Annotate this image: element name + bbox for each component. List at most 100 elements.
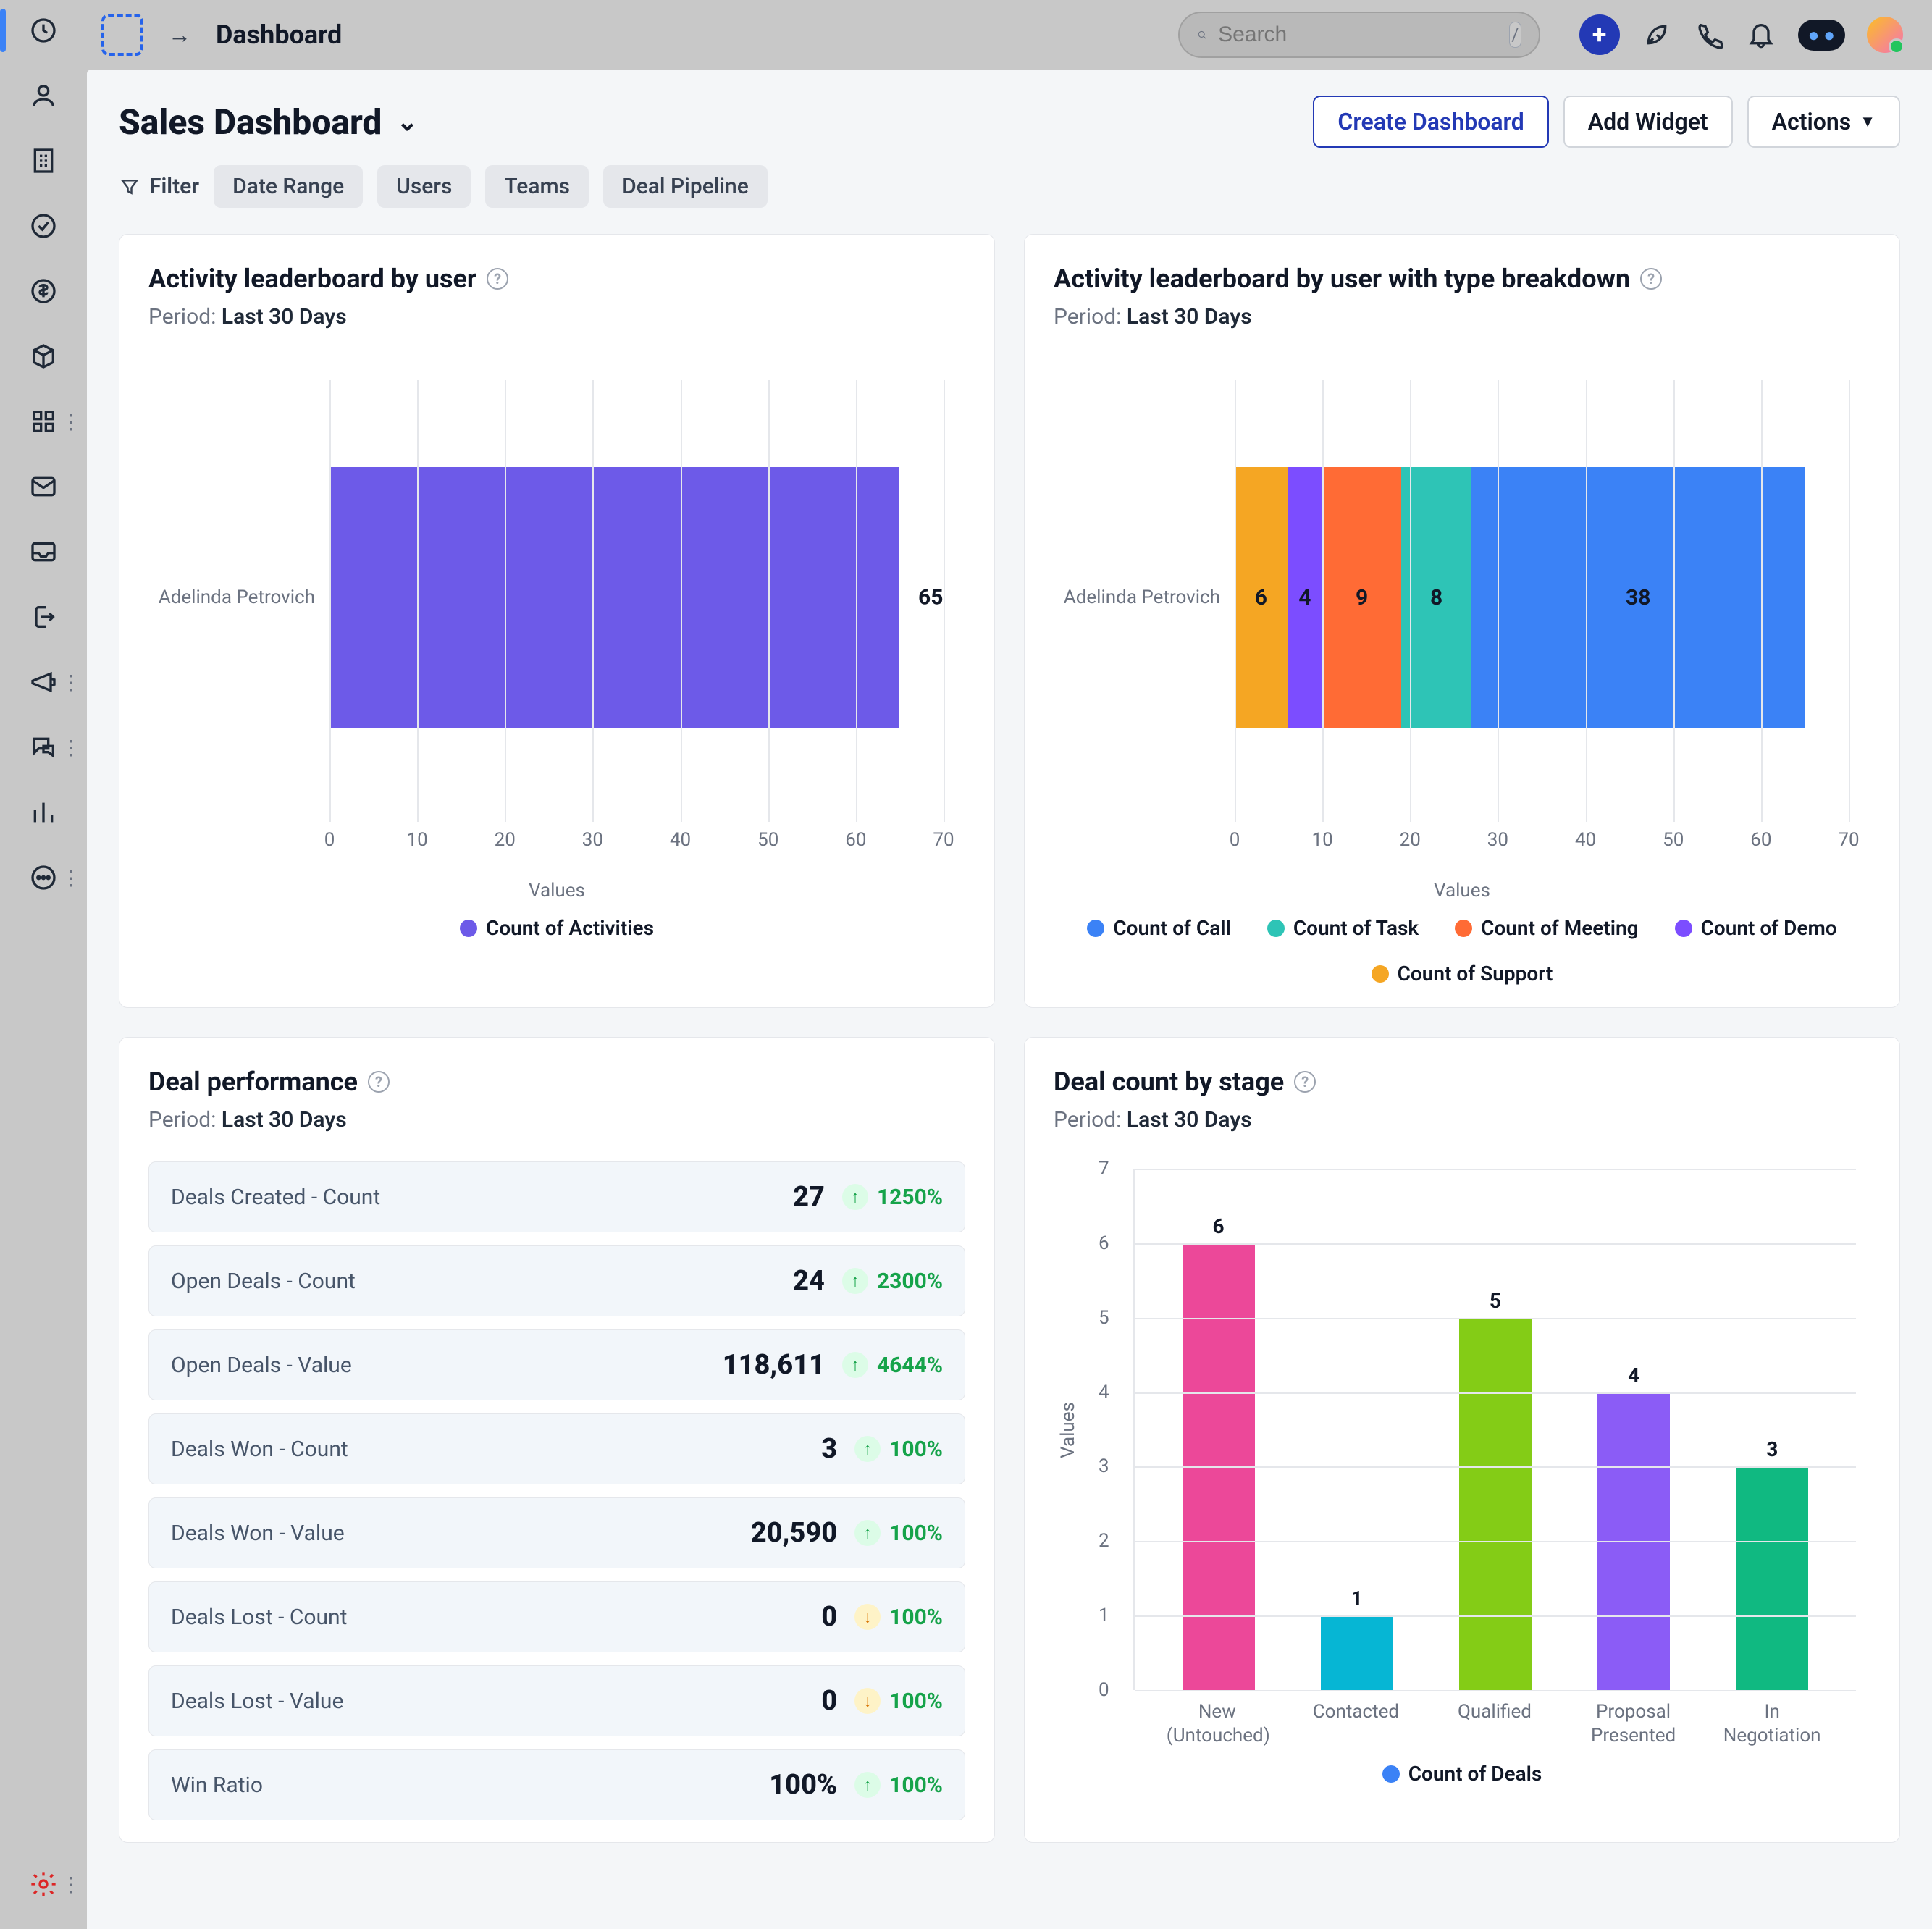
kpi-label: Open Deals - Value [171, 1353, 723, 1378]
nav-chat[interactable]: ⋮ [28, 731, 59, 763]
nav-contacts[interactable] [28, 80, 59, 112]
period-label: Period: [148, 304, 216, 329]
x-tick: 0 [324, 829, 335, 851]
kpi-value: 0 [821, 1685, 837, 1717]
x-tick: 40 [1575, 829, 1596, 851]
kpi-label: Deals Won - Value [171, 1521, 751, 1546]
kpi-row[interactable]: Deals Created - Count27↑1250% [148, 1161, 965, 1232]
widget-title: Activity leaderboard by user [148, 264, 476, 294]
arrow-up-icon: ↑ [854, 1436, 881, 1462]
legend-swatch [1372, 965, 1389, 983]
widget-title: Activity leaderboard by user with type b… [1054, 264, 1630, 294]
x-tick: 50 [757, 829, 778, 851]
legend-swatch [1675, 920, 1692, 937]
nav-inbox[interactable] [28, 536, 59, 568]
more-dots-icon[interactable]: ⋮ [61, 410, 81, 434]
kpi-row[interactable]: Open Deals - Count24↑2300% [148, 1245, 965, 1316]
nav-apps[interactable]: ⋮ [28, 405, 59, 437]
x-tick: 70 [933, 829, 954, 851]
y-tick: 4 [1099, 1382, 1109, 1403]
kpi-row[interactable]: Deals Won - Count3↑100% [148, 1413, 965, 1484]
bot-badge[interactable]: ●● [1798, 20, 1845, 51]
create-dashboard-button[interactable]: Create Dashboard [1313, 96, 1548, 148]
widget-title: Deal count by stage [1054, 1067, 1284, 1097]
x-tick: 30 [1487, 829, 1508, 851]
nav-tasks[interactable] [28, 210, 59, 242]
more-dots-icon[interactable]: ⋮ [61, 671, 81, 694]
kpi-label: Deals Lost - Value [171, 1689, 821, 1714]
x-tick: 50 [1663, 829, 1684, 851]
add-button[interactable]: + [1579, 14, 1620, 55]
nav-settings[interactable]: ⋮ [28, 1868, 59, 1900]
chart-activity-breakdown: Adelinda Petrovich 649838 01020304050607… [1054, 380, 1870, 902]
legend-item: Count of Activities [460, 916, 654, 940]
avatar[interactable] [1867, 17, 1903, 53]
legend-item: Count of Meeting [1455, 916, 1638, 940]
chevron-down-icon: ⌄ [396, 106, 418, 137]
nav-email[interactable] [28, 471, 59, 503]
actions-label: Actions [1772, 108, 1852, 135]
kpi-row[interactable]: Win Ratio100%↑100% [148, 1749, 965, 1820]
bar-segment: 4 [1288, 467, 1322, 728]
rocket-icon[interactable] [1642, 20, 1672, 50]
actions-dropdown[interactable]: Actions ▼ [1747, 96, 1900, 148]
nav-logout[interactable] [28, 601, 59, 633]
kpi-row[interactable]: Open Deals - Value118,611↑4644% [148, 1329, 965, 1400]
bar-segment: 6 [1235, 467, 1288, 728]
kpi-value: 24 [793, 1265, 825, 1297]
more-dots-icon[interactable]: ⋮ [61, 1873, 81, 1896]
kpi-value: 118,611 [723, 1349, 825, 1381]
search-box[interactable]: / [1178, 12, 1540, 58]
legend-swatch [460, 920, 477, 937]
breadcrumb[interactable]: Dashboard [216, 20, 342, 50]
add-widget-button[interactable]: Add Widget [1563, 96, 1733, 148]
nav-more[interactable]: ⋮ [28, 862, 59, 894]
y-tick: 7 [1099, 1158, 1109, 1180]
period-value: Last 30 Days [222, 1107, 347, 1132]
filter-chip[interactable]: Date Range [214, 165, 363, 208]
nav-companies[interactable] [28, 145, 59, 177]
filter-chip[interactable]: Deal Pipeline [603, 165, 768, 208]
kpi-value: 100% [769, 1769, 837, 1801]
nav-reports[interactable] [28, 797, 59, 828]
info-icon[interactable]: ? [1640, 268, 1662, 290]
topbar: → Dashboard / + ●● [87, 0, 1932, 70]
x-category-label: In Negotiation [1721, 1700, 1823, 1747]
y-category-label: Adelinda Petrovich [1054, 587, 1220, 608]
x-tick: 10 [407, 829, 428, 851]
search-input[interactable] [1218, 22, 1498, 47]
kpi-row[interactable]: Deals Won - Value20,590↑100% [148, 1497, 965, 1568]
nav-campaigns[interactable]: ⋮ [28, 666, 59, 698]
app-logo[interactable] [101, 14, 143, 56]
nav-products[interactable] [28, 340, 59, 372]
y-tick: 1 [1099, 1605, 1109, 1626]
nav-deals[interactable] [28, 275, 59, 307]
kpi-row[interactable]: Deals Lost - Count0↓100% [148, 1581, 965, 1652]
more-dots-icon[interactable]: ⋮ [61, 736, 81, 760]
x-category-label: New (Untouched) [1167, 1700, 1268, 1747]
period-label: Period: [1054, 304, 1121, 329]
period-value: Last 30 Days [222, 304, 347, 329]
arrow-up-icon: ↑ [854, 1772, 881, 1798]
kpi-row[interactable]: Deals Lost - Value0↓100% [148, 1665, 965, 1736]
info-icon[interactable]: ? [368, 1071, 390, 1093]
page-title-dropdown[interactable]: Sales Dashboard ⌄ [119, 101, 419, 143]
phone-icon[interactable] [1694, 20, 1724, 50]
chevron-down-icon: ▼ [1860, 112, 1876, 131]
info-icon[interactable]: ? [487, 268, 508, 290]
filter-chip[interactable]: Users [377, 165, 471, 208]
kpi-delta: ↑1250% [842, 1184, 943, 1210]
kpi-value: 20,590 [751, 1517, 837, 1549]
filter-chip[interactable]: Teams [485, 165, 589, 208]
legend-swatch [1267, 920, 1285, 937]
period-value: Last 30 Days [1127, 1107, 1252, 1132]
x-tick: 30 [582, 829, 603, 851]
arrow-down-icon: ↓ [854, 1688, 881, 1714]
more-dots-icon[interactable]: ⋮ [61, 866, 81, 890]
info-icon[interactable]: ? [1294, 1071, 1316, 1093]
legend-item: Count of Demo [1675, 916, 1837, 940]
bar-value: 4 [1628, 1363, 1639, 1387]
nav-dashboard[interactable] [28, 14, 59, 46]
legend-item: Count of Support [1372, 962, 1553, 985]
bell-icon[interactable] [1746, 20, 1776, 50]
